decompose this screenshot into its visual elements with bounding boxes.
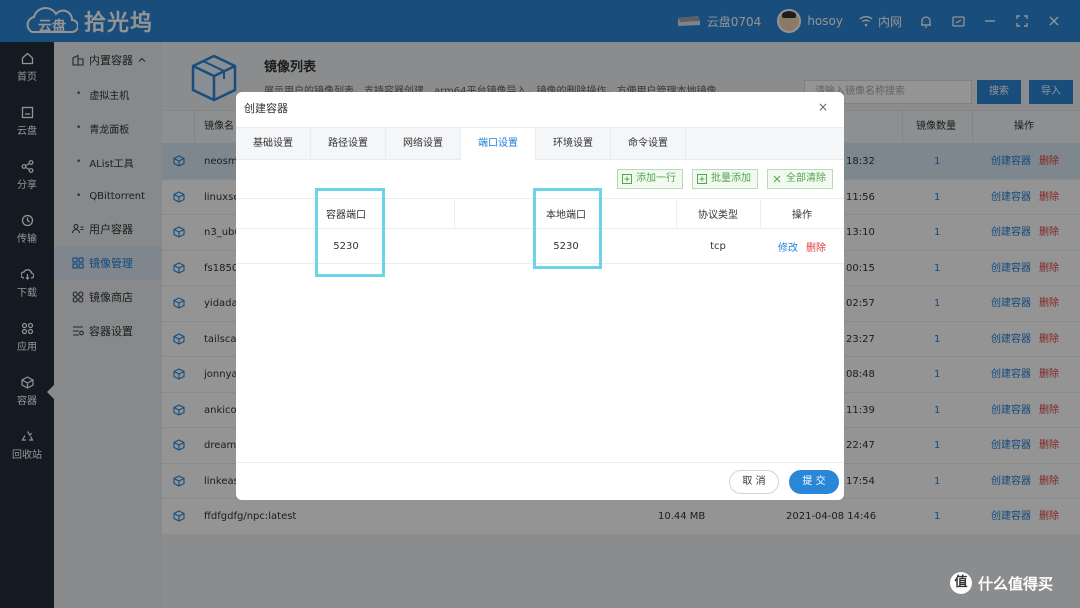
add-row-label: 添加一行	[636, 173, 676, 184]
clear-all-label: 全部清除	[786, 173, 826, 184]
tab-env[interactable]: 环境设置	[536, 128, 611, 159]
add-row-button[interactable]: 添加一行	[617, 169, 683, 189]
col-protocol: 协议类型	[698, 210, 738, 221]
cancel-button[interactable]: 取 消	[729, 470, 779, 494]
create-container-dialog: 创建容器 × 基础设置 路径设置 网络设置 端口设置 环境设置 命令设置 添加一…	[236, 92, 844, 500]
protocol-value[interactable]: tcp	[676, 229, 760, 263]
watermark-logo-icon: 值	[950, 572, 972, 594]
tab-path[interactable]: 路径设置	[311, 128, 386, 159]
tab-port[interactable]: 端口设置	[461, 128, 536, 160]
tab-network[interactable]: 网络设置	[386, 128, 461, 159]
tab-basic[interactable]: 基础设置	[236, 128, 311, 159]
highlight-container-port	[315, 188, 385, 277]
batch-add-button[interactable]: 批量添加	[692, 169, 758, 189]
plus-square-icon	[622, 174, 632, 184]
delete-port-link[interactable]: 删除	[806, 239, 826, 254]
highlight-local-port	[533, 188, 602, 269]
clear-all-button[interactable]: 全部清除	[767, 169, 833, 189]
watermark-text: 什么值得买	[978, 574, 1054, 593]
tab-command[interactable]: 命令设置	[611, 128, 686, 159]
col-port-action: 操作	[792, 210, 812, 221]
dialog-footer: 取 消 提 交	[236, 462, 844, 500]
watermark: 值 什么值得买	[950, 572, 1053, 594]
submit-button[interactable]: 提 交	[789, 470, 839, 494]
batch-add-label: 批量添加	[711, 173, 751, 184]
dialog-title: 创建容器	[244, 102, 288, 115]
close-icon[interactable]: ×	[818, 100, 828, 114]
close-x-icon	[773, 175, 781, 183]
dialog-tabs: 基础设置 路径设置 网络设置 端口设置 环境设置 命令设置	[236, 127, 844, 160]
edit-port-link[interactable]: 修改	[778, 239, 798, 254]
plus-square-icon	[697, 174, 707, 184]
